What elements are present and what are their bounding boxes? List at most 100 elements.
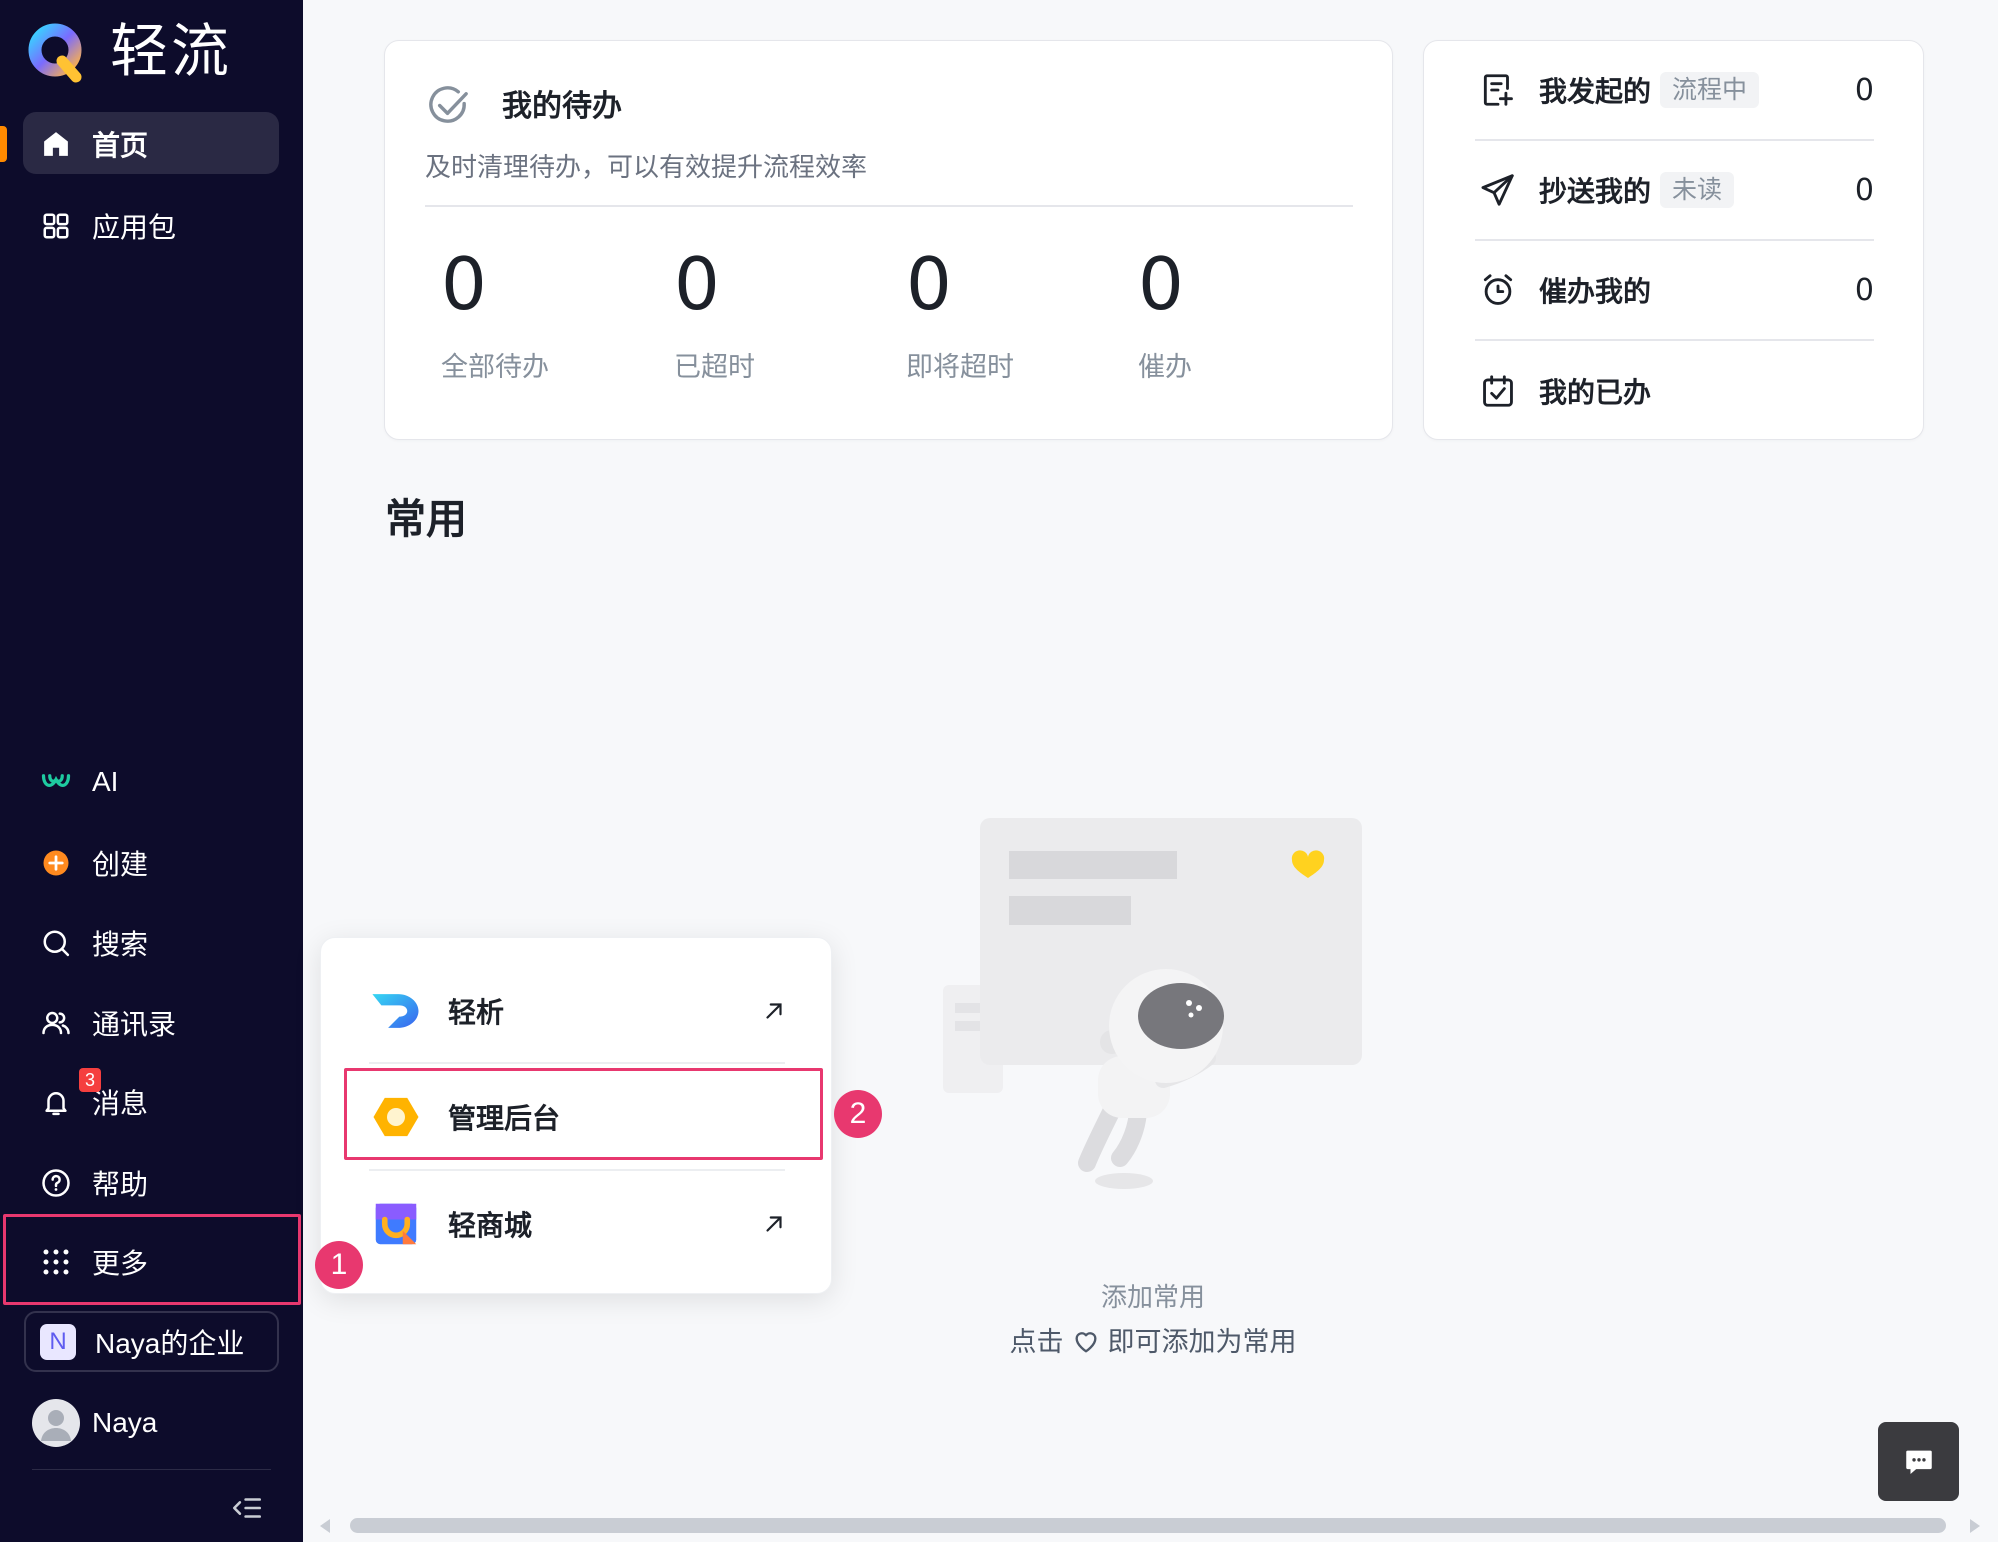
doc-plus-icon — [1479, 71, 1517, 109]
row-divider — [1475, 139, 1874, 141]
stat-label: 催办 — [1138, 352, 1192, 382]
sidebar-item-home[interactable]: 首页 — [23, 113, 279, 175]
sidebar-item-label: 创建 — [92, 849, 149, 880]
menu-item-label: 轻商城 — [448, 1210, 533, 1241]
heart-outline-icon — [1075, 1332, 1096, 1353]
grid-icon — [41, 211, 71, 241]
menu-divider — [369, 1169, 785, 1171]
sidebar-item-label: 更多 — [92, 1248, 149, 1279]
horizontal-scrollbar[interactable] — [310, 1512, 1998, 1538]
qingliu-logo-icon[interactable] — [26, 21, 90, 85]
chat-support-button[interactable] — [1878, 1422, 1959, 1501]
my-todo-card: 我的待办 及时清理待办，可以有效提升流程效率 0 全部待办 0 已超时 0 即将… — [384, 40, 1393, 440]
row-count: 0 — [1854, 272, 1874, 308]
active-nav-indicator — [0, 126, 7, 162]
hint-prefix: 点击 — [1009, 1327, 1064, 1357]
qingxi-logo-icon — [369, 984, 423, 1038]
stat-all-todo[interactable]: 0 全部待办 — [441, 242, 549, 381]
sidebar-item-label: 首页 — [92, 130, 149, 161]
sidebar: 轻流 首页 应用包 AI 创建 搜索 通讯录 3 消息 帮助 更多 N Naya… — [0, 0, 303, 1542]
step-2-badge: 2 — [834, 1090, 882, 1138]
row-divider — [1475, 339, 1874, 341]
card-divider — [425, 205, 1353, 207]
step-1-badge: 1 — [315, 1241, 363, 1289]
sidebar-item-app-packages[interactable]: 应用包 — [23, 195, 279, 257]
avatar — [32, 1399, 80, 1447]
row-label: 催办我的 — [1539, 276, 1652, 307]
row-label: 抄送我的 — [1539, 176, 1652, 207]
help-icon — [41, 1168, 71, 1198]
row-count: 0 — [1854, 172, 1874, 208]
calendar-check-icon — [1479, 372, 1517, 410]
create-icon — [41, 848, 71, 878]
stat-value: 0 — [906, 242, 952, 326]
status-badge: 流程中 — [1660, 72, 1760, 108]
sidebar-item-label: 通讯录 — [92, 1009, 177, 1040]
sidebar-item-messages[interactable]: 3 消息 — [23, 1068, 279, 1133]
scrollbar-thumb[interactable] — [350, 1518, 1946, 1533]
row-my-done[interactable]: 我的已办 — [1479, 361, 1874, 421]
empty-state-illustration — [943, 818, 1362, 1189]
sidebar-item-label: AI — [92, 766, 119, 797]
stat-value: 0 — [441, 242, 487, 326]
sidebar-item-create[interactable]: 创建 — [23, 832, 279, 894]
workspace-switcher[interactable]: N Naya的企业 — [24, 1311, 279, 1372]
menu-divider — [369, 1062, 785, 1064]
menu-item-qingxi[interactable]: 轻析 — [369, 976, 785, 1046]
row-count: 0 — [1854, 72, 1874, 108]
sidebar-item-ai[interactable]: AI — [23, 751, 279, 813]
row-divider — [1475, 239, 1874, 241]
hint-suffix: 即可添加为常用 — [1107, 1327, 1297, 1357]
menu-item-admin-console[interactable]: 管理后台 — [369, 1082, 785, 1152]
more-menu-popup: 轻析 管理后台 轻商城 — [320, 937, 832, 1294]
notification-count-badge: 3 — [79, 1068, 101, 1092]
stat-label: 即将超时 — [906, 352, 1014, 382]
alarm-clock-icon — [1479, 271, 1517, 309]
mall-bag-icon — [369, 1197, 423, 1251]
row-cc-to-me[interactable]: 抄送我的 未读 0 — [1479, 160, 1874, 220]
sidebar-item-label: 帮助 — [92, 1169, 149, 1200]
row-urging-me[interactable]: 催办我的 0 — [1479, 260, 1874, 320]
workspace-avatar: N — [40, 1323, 76, 1360]
stat-urged[interactable]: 0 催办 — [1138, 242, 1192, 381]
send-icon — [1479, 171, 1517, 209]
section-title: 常用 — [385, 496, 467, 542]
card-subtitle: 及时清理待办，可以有效提升流程效率 — [425, 152, 868, 182]
sidebar-item-label: 搜索 — [92, 929, 149, 960]
app-logo-text: 轻流 — [110, 17, 233, 85]
scroll-left-arrow-icon[interactable] — [320, 1519, 330, 1533]
sidebar-item-contacts[interactable]: 通讯录 — [23, 992, 279, 1054]
sidebar-item-help[interactable]: 帮助 — [23, 1152, 279, 1214]
collapse-sidebar-icon[interactable] — [230, 1491, 264, 1525]
menu-item-qing-mall[interactable]: 轻商城 — [369, 1189, 785, 1259]
stat-value: 0 — [1138, 242, 1184, 326]
arrow-up-right-icon — [766, 1216, 782, 1232]
chat-bubble-icon — [1905, 1450, 1932, 1474]
stat-label: 已超时 — [674, 352, 755, 382]
more-grid-icon — [41, 1247, 71, 1277]
empty-state-hint: 点击 即可添加为常用 — [900, 1325, 1406, 1359]
user-name: Naya — [92, 1407, 158, 1438]
arrow-up-right-icon — [766, 1003, 782, 1019]
stat-due-soon[interactable]: 0 即将超时 — [906, 242, 1014, 381]
sidebar-item-more[interactable]: 更多 — [23, 1231, 279, 1293]
home-icon — [41, 129, 71, 159]
stat-label: 全部待办 — [441, 352, 549, 382]
empty-state-title: 添加常用 — [1100, 1282, 1205, 1312]
row-initiated-by-me[interactable]: 我发起的 流程中 0 — [1479, 60, 1874, 120]
menu-item-label: 管理后台 — [448, 1103, 561, 1134]
stat-overdue[interactable]: 0 已超时 — [674, 242, 755, 381]
sidebar-item-label: 应用包 — [92, 212, 177, 243]
workspace-name: Naya的企业 — [95, 1327, 245, 1359]
stat-value: 0 — [674, 242, 720, 326]
menu-item-label: 轻析 — [448, 997, 505, 1028]
sidebar-item-search[interactable]: 搜索 — [23, 912, 279, 974]
bell-icon: 3 — [41, 1068, 101, 1117]
card-title: 我的待办 — [502, 90, 622, 123]
user-profile[interactable]: Naya — [32, 1399, 157, 1447]
ai-icon — [41, 767, 71, 797]
contacts-icon — [41, 1008, 71, 1038]
scroll-right-arrow-icon[interactable] — [1970, 1519, 1980, 1533]
row-label: 我的已办 — [1539, 377, 1652, 408]
search-icon — [41, 928, 71, 958]
